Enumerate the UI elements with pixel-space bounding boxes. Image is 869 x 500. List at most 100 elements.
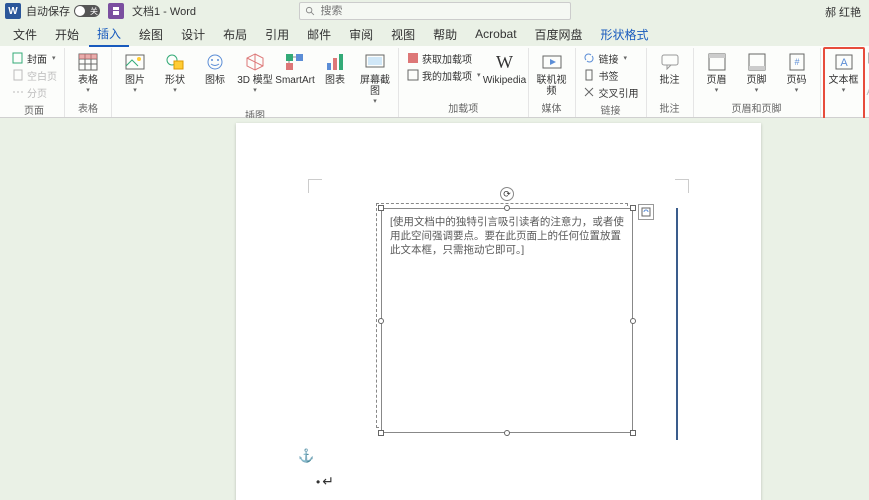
link-button[interactable]: 链接▾ — [580, 50, 642, 66]
search-input[interactable] — [321, 5, 565, 17]
bookmark-icon — [583, 69, 596, 82]
layout-options-icon[interactable] — [638, 204, 654, 220]
svg-text:#: # — [794, 57, 799, 67]
myaddins-icon — [406, 69, 419, 82]
app-icon: W — [5, 3, 21, 19]
wordart-button[interactable]: A艺术字▾ — [865, 67, 869, 83]
quickparts-button[interactable]: 文档部件▾ — [865, 50, 869, 66]
crossref-button[interactable]: 交叉引用 — [580, 84, 642, 100]
tab-insert[interactable]: 插入 — [89, 22, 129, 47]
blankpage-icon — [11, 69, 24, 82]
handle-s[interactable] — [504, 430, 510, 436]
textbox-icon: A — [833, 51, 855, 73]
textbox-button[interactable]: A文本框▾ — [825, 48, 863, 94]
group-media: 联机视频 媒体 — [529, 48, 576, 117]
group-illustrations: 图片▾ 形状▾ 图标 3D 模型▾ SmartArt 图表 屏幕截图▾ 插图 — [112, 48, 399, 117]
getaddins-icon — [406, 52, 419, 65]
group-headerfooter: 页眉▾ 页脚▾ #页码▾ 页眉和页脚 — [694, 48, 821, 117]
page-break-button[interactable]: 分页 — [8, 84, 60, 100]
frame-placeholder-text[interactable]: [使用文档中的独特引言吸引读者的注意力，或者使用此空间强调要点。要在此页面上的任… — [382, 209, 632, 263]
toggle-switch[interactable]: 关 — [74, 5, 100, 17]
group-label-tables: 表格 — [78, 98, 98, 117]
cover-page-button[interactable]: 封面▾ — [8, 50, 60, 66]
screenshot-button[interactable]: 屏幕截图▾ — [356, 48, 394, 105]
tab-review[interactable]: 审阅 — [341, 23, 381, 46]
ribbon: 封面▾ 空白页 分页 页面 表格▾ 表格 图片▾ 形状▾ 图标 3D 模型▾ S… — [0, 46, 869, 118]
shapes-icon — [164, 51, 186, 73]
sidebar-accent-line — [676, 208, 678, 440]
icons-icon — [204, 51, 226, 73]
handle-sw[interactable] — [378, 430, 384, 436]
handle-n[interactable] — [504, 205, 510, 211]
handle-se[interactable] — [630, 430, 636, 436]
pagenum-button[interactable]: #页码▾ — [778, 48, 816, 94]
coverpage-icon — [11, 52, 24, 65]
3dmodels-button[interactable]: 3D 模型▾ — [236, 48, 274, 94]
tab-file[interactable]: 文件 — [5, 23, 45, 46]
tab-view[interactable]: 视图 — [383, 23, 423, 46]
wikipedia-button[interactable]: WWikipedia — [486, 48, 524, 86]
username-label: 郝 红艳 — [825, 4, 861, 20]
handle-ne[interactable] — [630, 205, 636, 211]
smartart-icon — [284, 51, 306, 73]
group-label-addins: 加载项 — [448, 98, 478, 117]
footer-icon — [746, 51, 768, 73]
group-label-headerfooter: 页眉和页脚 — [732, 98, 782, 117]
tab-help[interactable]: 帮助 — [425, 23, 465, 46]
icons-button[interactable]: 图标 — [196, 48, 234, 86]
chart-button[interactable]: 图表 — [316, 48, 354, 86]
margin-corner-tr — [675, 179, 689, 193]
search-box[interactable] — [299, 2, 571, 20]
tab-design[interactable]: 设计 — [173, 23, 213, 46]
document-area[interactable]: ⟳ [使用文档中的独特引言吸引读者的注意力，或者使用此空间强调要点。要在此页面上… — [0, 118, 869, 500]
get-addins-button[interactable]: 获取加载项 — [403, 50, 484, 66]
tab-baidu[interactable]: 百度网盘 — [527, 23, 591, 46]
table-icon — [77, 51, 99, 73]
tab-mailings[interactable]: 邮件 — [299, 23, 339, 46]
group-pages: 封面▾ 空白页 分页 页面 — [4, 48, 65, 117]
blank-page-button[interactable]: 空白页 — [8, 67, 60, 83]
tab-home[interactable]: 开始 — [47, 23, 87, 46]
handle-w[interactable] — [378, 318, 384, 324]
pagebreak-icon — [11, 86, 24, 99]
tab-draw[interactable]: 绘图 — [131, 23, 171, 46]
tab-acrobat[interactable]: Acrobat — [467, 24, 524, 44]
header-button[interactable]: 页眉▾ — [698, 48, 736, 94]
autosave-toggle[interactable]: 自动保存 关 — [26, 3, 100, 19]
group-links: 链接▾ 书签 交叉引用 链接 — [576, 48, 647, 117]
handle-e[interactable] — [630, 318, 636, 324]
tab-shape-format[interactable]: 形状格式 — [593, 23, 657, 46]
group-text: A文本框▾ 文档部件▾ A艺术字▾ A≣首字下沉▾ 签名行▾ 日期和时间 对象▾… — [821, 48, 869, 117]
search-icon — [305, 6, 316, 17]
link-icon — [583, 52, 596, 65]
text-frame[interactable]: ⟳ [使用文档中的独特引言吸引读者的注意力，或者使用此空间强调要点。要在此页面上… — [381, 208, 633, 433]
screenshot-icon — [364, 51, 386, 73]
pictures-button[interactable]: 图片▾ — [116, 48, 154, 94]
chart-icon — [324, 51, 346, 73]
handle-nw[interactable] — [378, 205, 384, 211]
rotate-handle[interactable]: ⟳ — [500, 187, 514, 201]
dropcap-button[interactable]: A≣首字下沉▾ — [865, 84, 869, 100]
tab-layout[interactable]: 布局 — [215, 23, 255, 46]
tab-references[interactable]: 引用 — [257, 23, 297, 46]
title-bar: W 自动保存 关 文档1 - Word 郝 红艳 — [0, 0, 869, 22]
comment-button[interactable]: 批注 — [651, 48, 689, 86]
bookmark-button[interactable]: 书签 — [580, 67, 642, 83]
document-title: 文档1 - Word — [132, 3, 196, 19]
group-label-media: 媒体 — [542, 98, 562, 117]
ribbon-tabs: 文件 开始 插入 绘图 设计 布局 引用 邮件 审阅 视图 帮助 Acrobat… — [0, 22, 869, 46]
wikipedia-icon: W — [494, 51, 516, 73]
group-label-comments: 批注 — [660, 98, 680, 117]
online-video-button[interactable]: 联机视频 — [533, 48, 571, 97]
margin-corner-tl — [308, 179, 322, 193]
document-page[interactable]: ⟳ [使用文档中的独特引言吸引读者的注意力，或者使用此空间强调要点。要在此页面上… — [236, 123, 761, 500]
my-addins-button[interactable]: 我的加载项▾ — [403, 67, 484, 83]
pagenum-icon: # — [786, 51, 808, 73]
group-comments: 批注 批注 — [647, 48, 694, 117]
table-button[interactable]: 表格▾ — [69, 48, 107, 94]
shapes-button[interactable]: 形状▾ — [156, 48, 194, 94]
footer-button[interactable]: 页脚▾ — [738, 48, 776, 94]
save-icon[interactable] — [108, 3, 124, 19]
anchor-icon: ⚓ — [298, 448, 314, 464]
smartart-button[interactable]: SmartArt — [276, 48, 314, 86]
